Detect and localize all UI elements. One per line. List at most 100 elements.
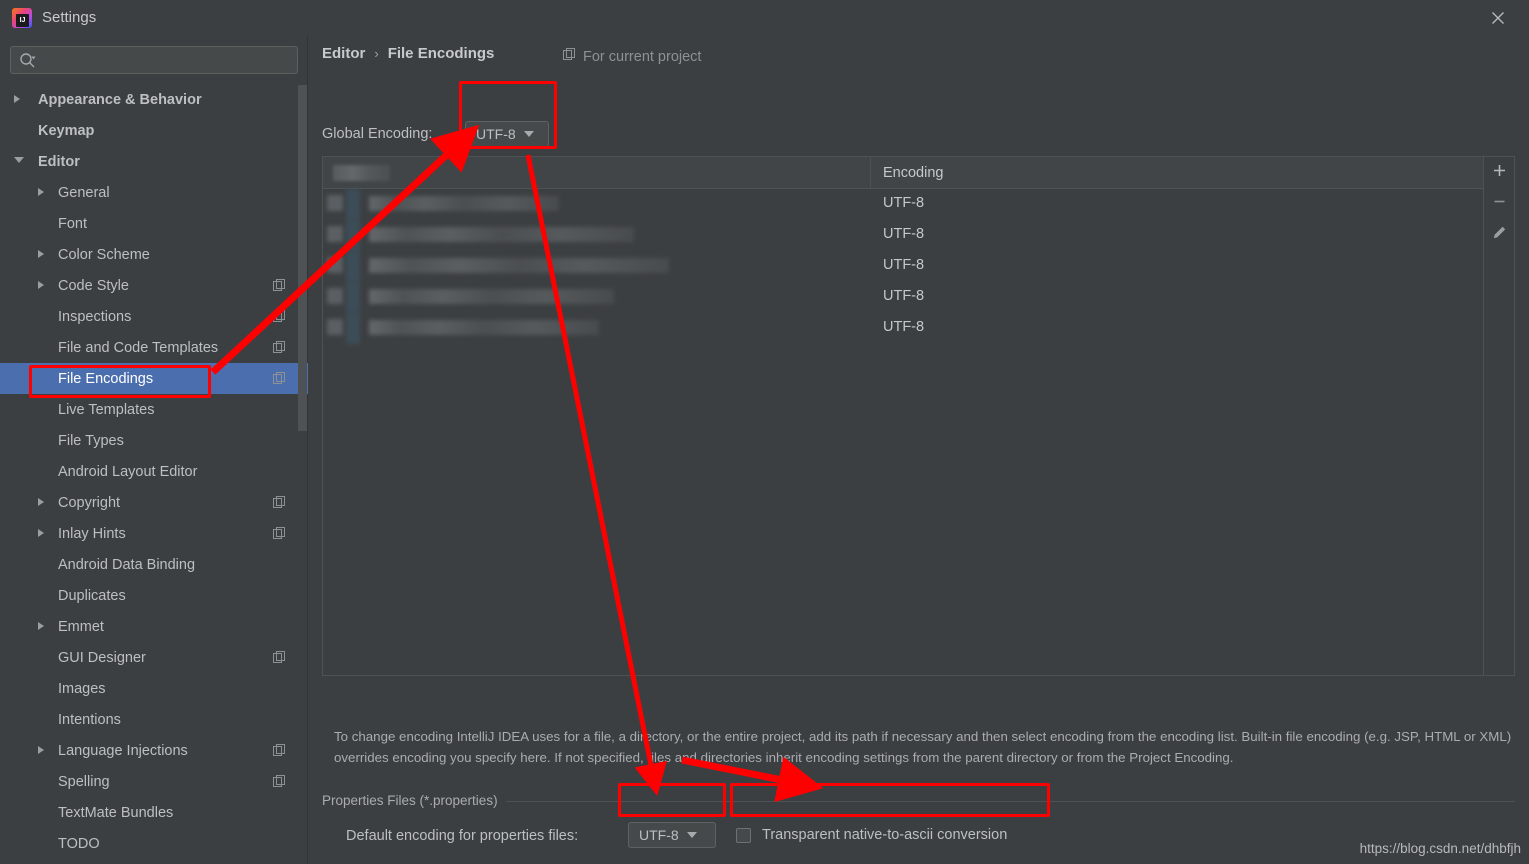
sidebar-item-intentions[interactable]: Intentions — [0, 704, 308, 735]
sidebar-item-font[interactable]: Font — [0, 208, 308, 239]
table-cell-encoding[interactable]: UTF-8 — [883, 257, 924, 273]
sidebar-item-file-encodings[interactable]: File Encodings — [0, 363, 308, 394]
redacted-path-text — [369, 258, 669, 273]
sidebar-item-images[interactable]: Images — [0, 673, 308, 704]
sidebar-item-editor[interactable]: Editor — [0, 146, 308, 177]
sidebar-item-label: Code Style — [58, 277, 129, 294]
sidebar-item-file-types[interactable]: File Types — [0, 425, 308, 456]
redacted-path-text — [369, 320, 599, 335]
chevron-right-icon[interactable] — [38, 249, 48, 260]
table-cell-encoding[interactable]: UTF-8 — [883, 319, 924, 335]
chevron-right-icon[interactable] — [14, 94, 24, 105]
for-current-project-label: For current project — [583, 48, 702, 65]
sidebar-item-appearance-behavior[interactable]: Appearance & Behavior — [0, 84, 308, 115]
sidebar-item-emmet[interactable]: Emmet — [0, 611, 308, 642]
redacted-row-icon — [327, 195, 343, 211]
sidebar-item-keymap[interactable]: Keymap — [0, 115, 308, 146]
redacted-header-text — [333, 165, 390, 181]
table-row[interactable]: UTF-8 — [323, 220, 1483, 251]
breadcrumb-separator-icon: › — [374, 46, 379, 61]
copy-badge-icon — [273, 744, 286, 757]
sidebar-item-label: Inlay Hints — [58, 525, 126, 542]
window-title: Settings — [42, 9, 97, 26]
table-cell-encoding[interactable]: UTF-8 — [883, 288, 924, 304]
title-bar: Settings — [0, 0, 1529, 36]
settings-sidebar: Appearance & Behavior Keymap Editor General… — [0, 36, 308, 864]
add-path-button[interactable] — [1484, 157, 1515, 188]
table-row[interactable]: UTF-8 — [323, 313, 1483, 344]
sidebar-item-live-templates[interactable]: Live Templates — [0, 394, 308, 425]
copy-badge-icon — [273, 341, 286, 354]
chevron-right-icon[interactable] — [38, 187, 48, 198]
sidebar-item-inlay-hints[interactable]: Inlay Hints — [0, 518, 308, 549]
plus-icon — [1492, 163, 1507, 183]
chevron-right-icon[interactable] — [38, 528, 48, 539]
redacted-row-marker — [346, 313, 360, 344]
properties-encoding-combo[interactable]: UTF-8 — [628, 822, 716, 848]
redacted-row-icon — [327, 226, 343, 242]
close-icon[interactable] — [1475, 2, 1521, 34]
settings-tree: Appearance & Behavior Keymap Editor General… — [0, 84, 308, 864]
search-icon — [19, 52, 36, 74]
global-encoding-combo[interactable]: UTF-8 — [465, 121, 549, 147]
sidebar-item-label: Keymap — [38, 122, 95, 139]
sidebar-item-general[interactable]: General — [0, 177, 308, 208]
sidebar-item-android-layout-editor[interactable]: Android Layout Editor — [0, 456, 308, 487]
chevron-right-icon[interactable] — [38, 621, 48, 632]
copy-badge-icon — [273, 496, 286, 509]
properties-encoding-value: UTF-8 — [639, 827, 679, 843]
default-encoding-label: Default encoding for properties files: — [346, 828, 579, 844]
search-box[interactable] — [10, 46, 298, 74]
chevron-right-icon[interactable] — [38, 497, 48, 508]
table-toolbar — [1484, 156, 1515, 676]
redacted-row-marker — [346, 220, 360, 251]
sidebar-item-textmate-bundles[interactable]: TextMate Bundles — [0, 797, 308, 828]
sidebar-item-language-injections[interactable]: Language Injections — [0, 735, 308, 766]
sidebar-item-todo[interactable]: TODO — [0, 828, 308, 859]
sidebar-item-android-data-binding[interactable]: Android Data Binding — [0, 549, 308, 580]
sidebar-item-code-style[interactable]: Code Style — [0, 270, 308, 301]
redacted-row-marker — [346, 189, 360, 220]
chevron-down-icon — [686, 832, 697, 838]
sidebar-item-color-scheme[interactable]: Color Scheme — [0, 239, 308, 270]
table-header-encoding[interactable]: Encoding — [871, 157, 1483, 188]
sidebar-item-inspections[interactable]: Inspections — [0, 301, 308, 332]
redacted-row-marker — [346, 251, 360, 282]
copy-badge-icon — [273, 372, 286, 385]
global-encoding-value: UTF-8 — [476, 126, 516, 142]
sidebar-item-label: Images — [58, 680, 106, 697]
table-row[interactable]: UTF-8 — [323, 189, 1483, 220]
search-input[interactable] — [45, 47, 293, 73]
copy-badge-icon — [273, 310, 286, 323]
properties-group-divider — [506, 801, 1515, 802]
table-cell-encoding[interactable]: UTF-8 — [883, 226, 924, 242]
table-row[interactable]: UTF-8 — [323, 251, 1483, 282]
redacted-row-marker — [346, 282, 360, 313]
sidebar-item-label: File Types — [58, 432, 124, 449]
encodings-table: Encoding UTF-8 UTF-8 UTF-8 UTF-8 UTF-8 — [322, 156, 1484, 676]
sidebar-item-duplicates[interactable]: Duplicates — [0, 580, 308, 611]
sidebar-scrollbar[interactable] — [298, 85, 307, 431]
sidebar-item-gui-designer[interactable]: GUI Designer — [0, 642, 308, 673]
chevron-right-icon[interactable] — [38, 745, 48, 756]
transparent-native-to-ascii-checkbox[interactable]: Transparent native-to-ascii conversion — [736, 827, 1007, 843]
table-header-path[interactable] — [323, 157, 871, 188]
table-cell-encoding[interactable]: UTF-8 — [883, 195, 924, 211]
edit-path-button[interactable] — [1484, 219, 1515, 250]
intellij-idea-logo-icon — [12, 8, 32, 28]
chevron-down-icon[interactable] — [14, 156, 24, 167]
breadcrumb-current: File Encodings — [387, 45, 495, 62]
sidebar-item-copyright[interactable]: Copyright — [0, 487, 308, 518]
sidebar-item-label: Color Scheme — [58, 246, 150, 263]
table-row[interactable]: UTF-8 — [323, 282, 1483, 313]
checkbox-box-icon[interactable] — [736, 827, 751, 843]
chevron-right-icon[interactable] — [38, 280, 48, 291]
sidebar-item-file-and-code-templates[interactable]: File and Code Templates — [0, 332, 308, 363]
breadcrumb-parent[interactable]: Editor — [322, 45, 365, 62]
redacted-row-icon — [327, 319, 343, 335]
remove-path-button[interactable] — [1484, 188, 1515, 219]
sidebar-item-label: GUI Designer — [58, 649, 146, 666]
chevron-down-icon — [523, 131, 534, 137]
sidebar-item-spelling[interactable]: Spelling — [0, 766, 308, 797]
sidebar-item-label: File Encodings — [58, 370, 154, 387]
